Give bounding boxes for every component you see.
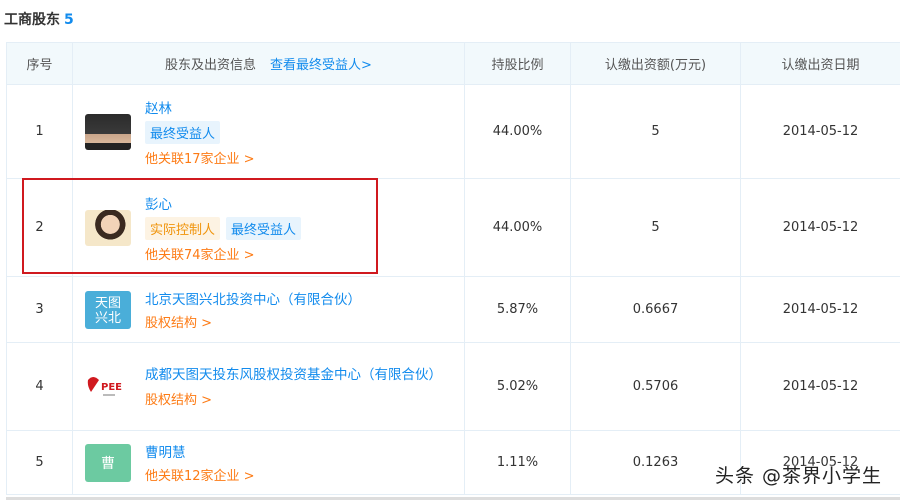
table-row: 4 PEE 成都天图天投东风股权投资基金中心（有限合伙） 股权结构 > 5.02… — [6, 342, 900, 431]
holder-name-link[interactable]: 赵林 — [145, 97, 255, 117]
holder-cell: 曹 曹明慧 他关联12家企业 > — [72, 430, 465, 495]
company-logo-icon[interactable]: PEE — [85, 368, 131, 405]
related-companies-link[interactable]: 他关联74家企业 > — [145, 244, 301, 263]
holder-name-link[interactable]: 成都天图天投东风股权投资基金中心（有限合伙） — [145, 365, 445, 385]
row-ratio: 1.11% — [464, 430, 571, 495]
view-ubo-link[interactable]: 查看最终受益人> — [270, 58, 372, 73]
avatar[interactable] — [85, 209, 131, 246]
watermark-text: 头条 @茶界小学生 — [714, 465, 882, 487]
row-amount: 5 — [570, 178, 741, 277]
tag-ubo: 最终受益人 — [145, 120, 221, 144]
row-date: 2014-05-12 — [740, 342, 900, 431]
holder-cell: PEE 成都天图天投东风股权投资基金中心（有限合伙） 股权结构 > — [72, 342, 465, 431]
pee-logo-icon: PEE — [87, 376, 122, 396]
holder-name-link[interactable]: 彭心 — [145, 193, 301, 213]
holder-name-link[interactable]: 北京天图兴北投资中心（有限合伙） — [145, 288, 361, 308]
row-amount: 0.6667 — [570, 276, 741, 343]
avatar-text-line2: 兴北 — [94, 311, 121, 326]
shareholder-table: 序号 股东及出资信息 查看最终受益人> 持股比例 认缴出资额(万元) 认缴出资日期… — [6, 42, 900, 495]
holder-cell: 天图 兴北 北京天图兴北投资中心（有限合伙） 股权结构 > — [72, 276, 465, 343]
row-seq: 3 — [6, 276, 73, 343]
row-date: 2014-05-12 — [740, 84, 900, 179]
column-header-holder-label: 股东及出资信息 — [165, 58, 257, 73]
avatar[interactable] — [85, 113, 131, 150]
row-date: 2014-05-12 — [740, 178, 900, 277]
row-seq: 5 — [6, 430, 73, 495]
related-companies-link[interactable]: 他关联12家企业 > — [145, 465, 255, 484]
related-companies-link[interactable]: 他关联17家企业 > — [145, 148, 255, 167]
table-row: 3 天图 兴北 北京天图兴北投资中心（有限合伙） 股权结构 > 5.87% 0.6… — [6, 276, 900, 343]
equity-structure-link[interactable]: 股权结构 > — [145, 312, 361, 331]
table-row: 2 彭心 实际控制人 最终受益人 他关联74家企业 > 44.00% 5 201… — [6, 178, 900, 277]
logo-text: PEE — [101, 382, 122, 393]
avatar[interactable]: 曹 — [85, 443, 131, 482]
section-title: 工商股东 5 — [4, 9, 74, 29]
tag-actual-controller: 实际控制人 — [145, 216, 221, 240]
section-title-text: 工商股东 — [4, 12, 60, 28]
row-seq: 2 — [6, 178, 73, 277]
table-header-row: 序号 股东及出资信息 查看最终受益人> 持股比例 认缴出资额(万元) 认缴出资日期 — [6, 42, 900, 85]
tag-ubo: 最终受益人 — [226, 216, 302, 240]
row-ratio: 44.00% — [464, 178, 571, 277]
row-ratio: 5.87% — [464, 276, 571, 343]
row-amount: 5 — [570, 84, 741, 179]
holder-cell: 彭心 实际控制人 最终受益人 他关联74家企业 > — [72, 178, 465, 277]
avatar[interactable]: 天图 兴北 — [85, 290, 131, 329]
row-date: 2014-05-12 — [740, 276, 900, 343]
row-ratio: 44.00% — [464, 84, 571, 179]
column-header-date: 认缴出资日期 — [740, 42, 900, 85]
column-header-amount: 认缴出资额(万元) — [570, 42, 741, 85]
column-header-ratio: 持股比例 — [464, 42, 571, 85]
row-amount: 0.5706 — [570, 342, 741, 431]
holder-cell: 赵林 最终受益人 他关联17家企业 > — [72, 84, 465, 179]
shareholder-count: 5 — [64, 12, 74, 28]
column-header-holder: 股东及出资信息 查看最终受益人> — [72, 42, 465, 85]
avatar-text-line1: 天图 — [94, 296, 121, 311]
row-ratio: 5.02% — [464, 342, 571, 431]
equity-structure-link[interactable]: 股权结构 > — [145, 389, 445, 408]
row-seq: 1 — [6, 84, 73, 179]
column-header-seq: 序号 — [6, 42, 73, 85]
table-row: 1 赵林 最终受益人 他关联17家企业 > 44.00% 5 2014-05-1… — [6, 84, 900, 179]
holder-name-link[interactable]: 曹明慧 — [145, 441, 255, 461]
row-seq: 4 — [6, 342, 73, 431]
